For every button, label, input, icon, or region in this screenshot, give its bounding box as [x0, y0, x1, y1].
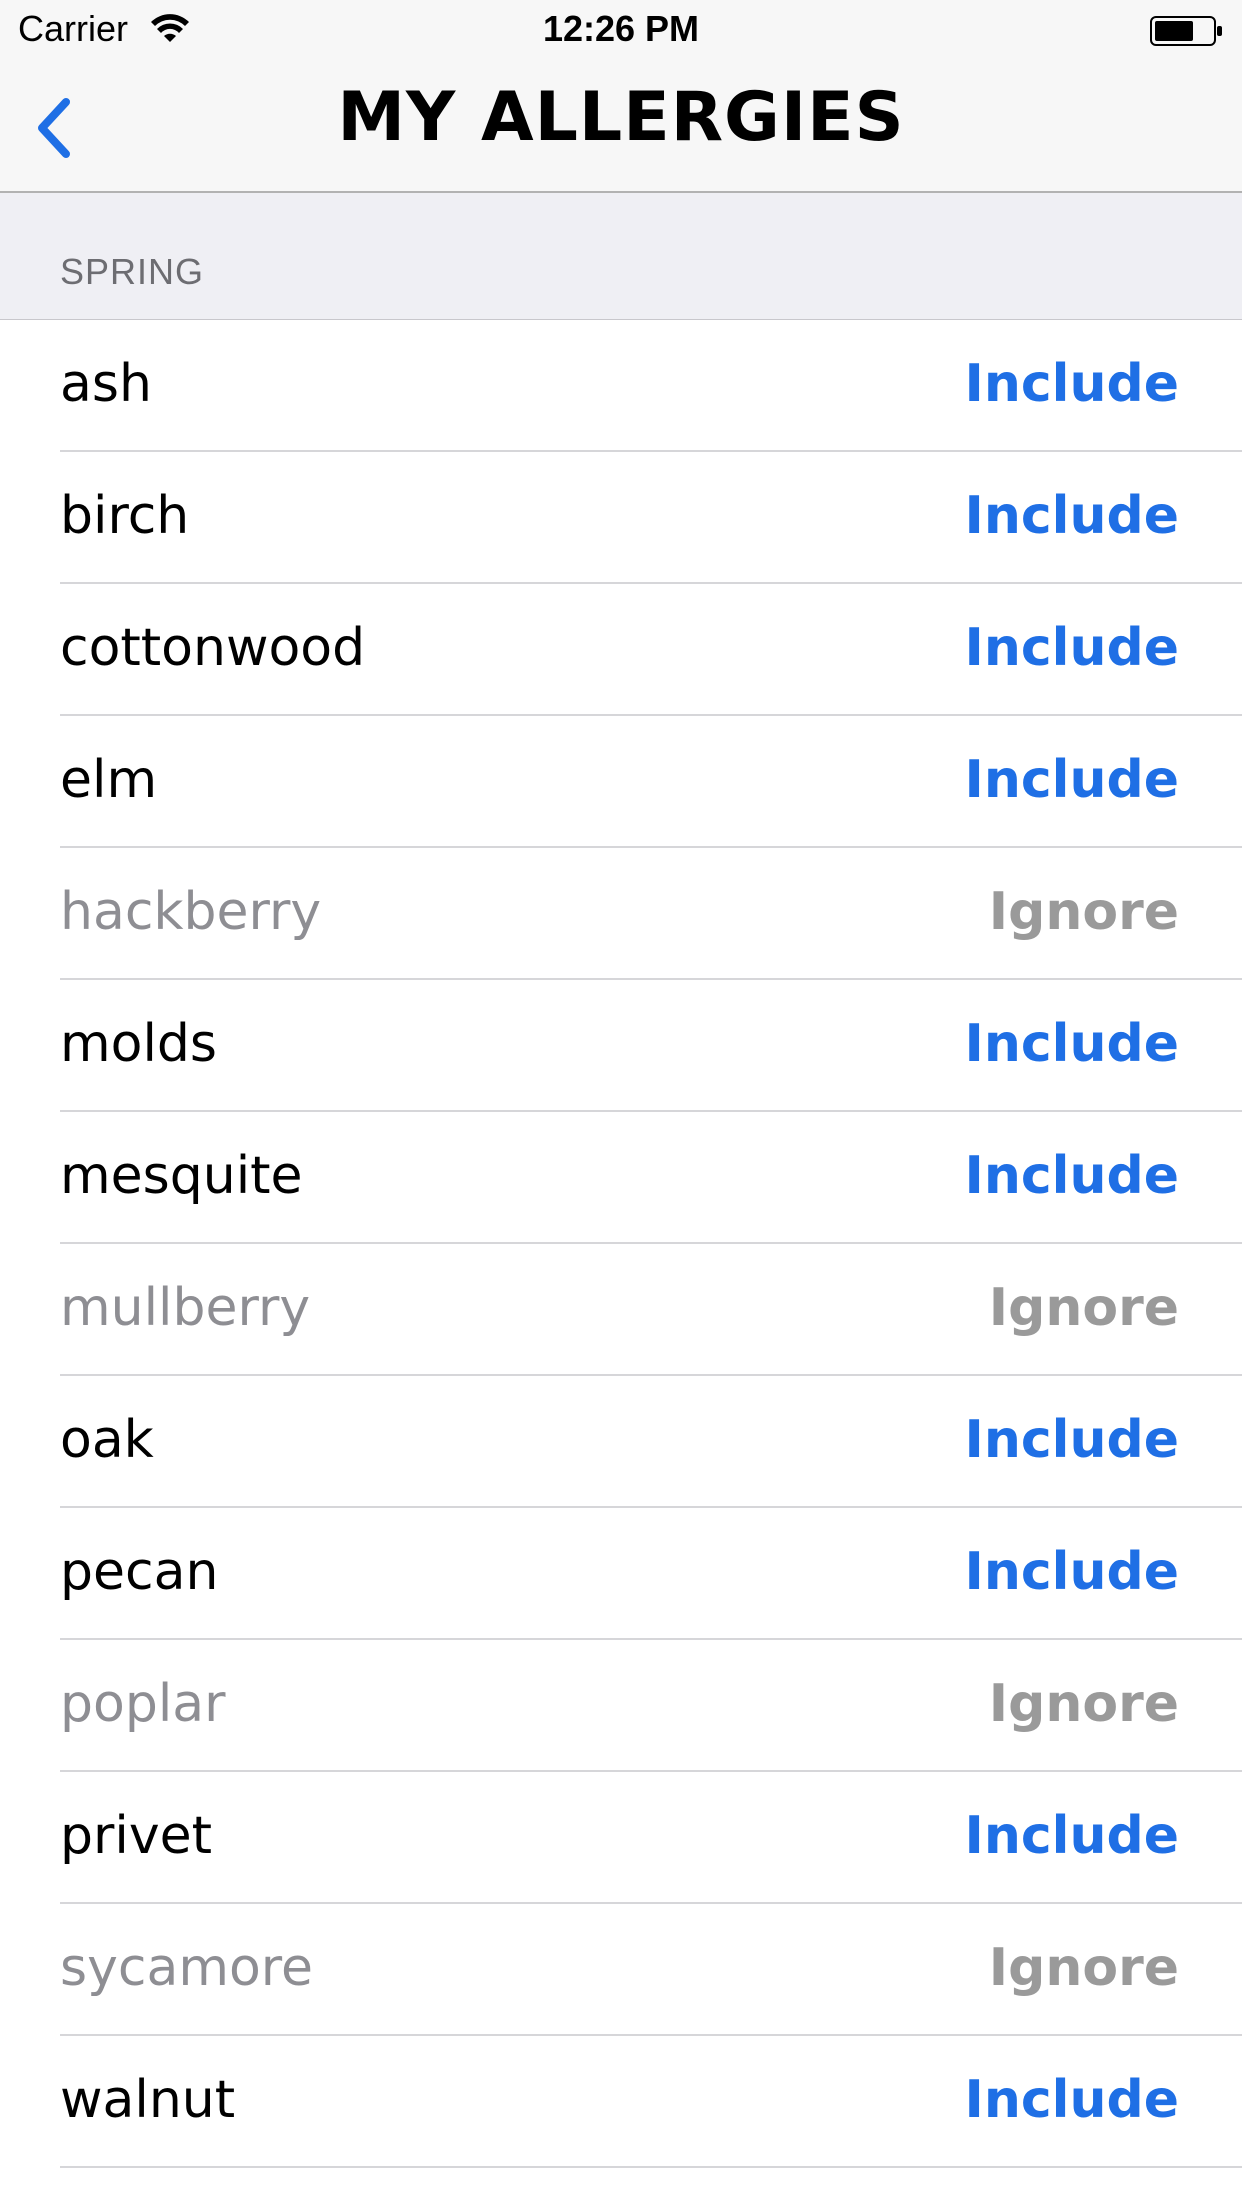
allergen-row[interactable]: cottonwood Include: [0, 584, 1242, 716]
allergen-row[interactable]: sycamore Ignore: [0, 1904, 1242, 2036]
allergen-name: pecan: [60, 1542, 219, 1602]
include-button[interactable]: Include: [964, 1146, 1179, 1206]
allergen-name: mullberry: [60, 1278, 311, 1338]
allergen-row[interactable]: mesquite Include: [0, 1112, 1242, 1244]
allergen-name: birch: [60, 486, 190, 546]
allergen-list: ash Include birch Include cottonwood Include e…: [0, 320, 1242, 2168]
section-title: SPRING: [60, 251, 205, 292]
allergen-row[interactable]: mullberry Ignore: [0, 1244, 1242, 1376]
allergen-row[interactable]: poplar Ignore: [0, 1640, 1242, 1772]
allergen-row[interactable]: birch Include: [0, 452, 1242, 584]
status-bar: Carrier 12:26 PM: [0, 0, 1242, 60]
ignore-button[interactable]: Ignore: [989, 1674, 1179, 1734]
allergen-row[interactable]: ash Include: [0, 320, 1242, 452]
allergen-row[interactable]: elm Include: [0, 716, 1242, 848]
battery-icon: [1150, 16, 1222, 46]
allergies-screen: Carrier 12:26 PM MY ALLERGIES SPRING ash…: [0, 0, 1242, 2208]
ignore-button[interactable]: Ignore: [989, 882, 1179, 942]
allergen-row[interactable]: privet Include: [0, 1772, 1242, 1904]
allergen-name: cottonwood: [60, 618, 366, 678]
include-button[interactable]: Include: [964, 1410, 1179, 1470]
include-button[interactable]: Include: [964, 618, 1179, 678]
allergen-row[interactable]: pecan Include: [0, 1508, 1242, 1640]
include-button[interactable]: Include: [964, 1806, 1179, 1866]
navigation-bar: MY ALLERGIES: [0, 60, 1242, 193]
allergen-name: elm: [60, 750, 158, 810]
allergen-row[interactable]: walnut Include: [0, 2036, 1242, 2168]
section-header: SPRING: [0, 193, 1242, 320]
allergen-name: ash: [60, 354, 152, 414]
allergen-row[interactable]: molds Include: [0, 980, 1242, 1112]
include-button[interactable]: Include: [964, 1014, 1179, 1074]
ignore-button[interactable]: Ignore: [989, 1278, 1179, 1338]
status-time: 12:26 PM: [542, 8, 700, 49]
allergen-name: hackberry: [60, 882, 322, 942]
include-button[interactable]: Include: [964, 354, 1179, 414]
allergen-name: privet: [60, 1806, 212, 1866]
allergen-name: oak: [60, 1410, 154, 1470]
page-title: MY ALLERGIES: [337, 78, 905, 157]
include-button[interactable]: Include: [964, 2070, 1179, 2130]
allergen-name: mesquite: [60, 1146, 303, 1206]
allergen-name: poplar: [60, 1674, 226, 1734]
include-button[interactable]: Include: [964, 1542, 1179, 1602]
include-button[interactable]: Include: [964, 750, 1179, 810]
allergen-row[interactable]: oak Include: [0, 1376, 1242, 1508]
include-button[interactable]: Include: [964, 486, 1179, 546]
allergen-name: sycamore: [60, 1938, 314, 1998]
allergen-name: walnut: [60, 2070, 236, 2130]
allergen-row[interactable]: hackberry Ignore: [0, 848, 1242, 980]
allergen-name: molds: [60, 1014, 218, 1074]
ignore-button[interactable]: Ignore: [989, 1938, 1179, 1998]
